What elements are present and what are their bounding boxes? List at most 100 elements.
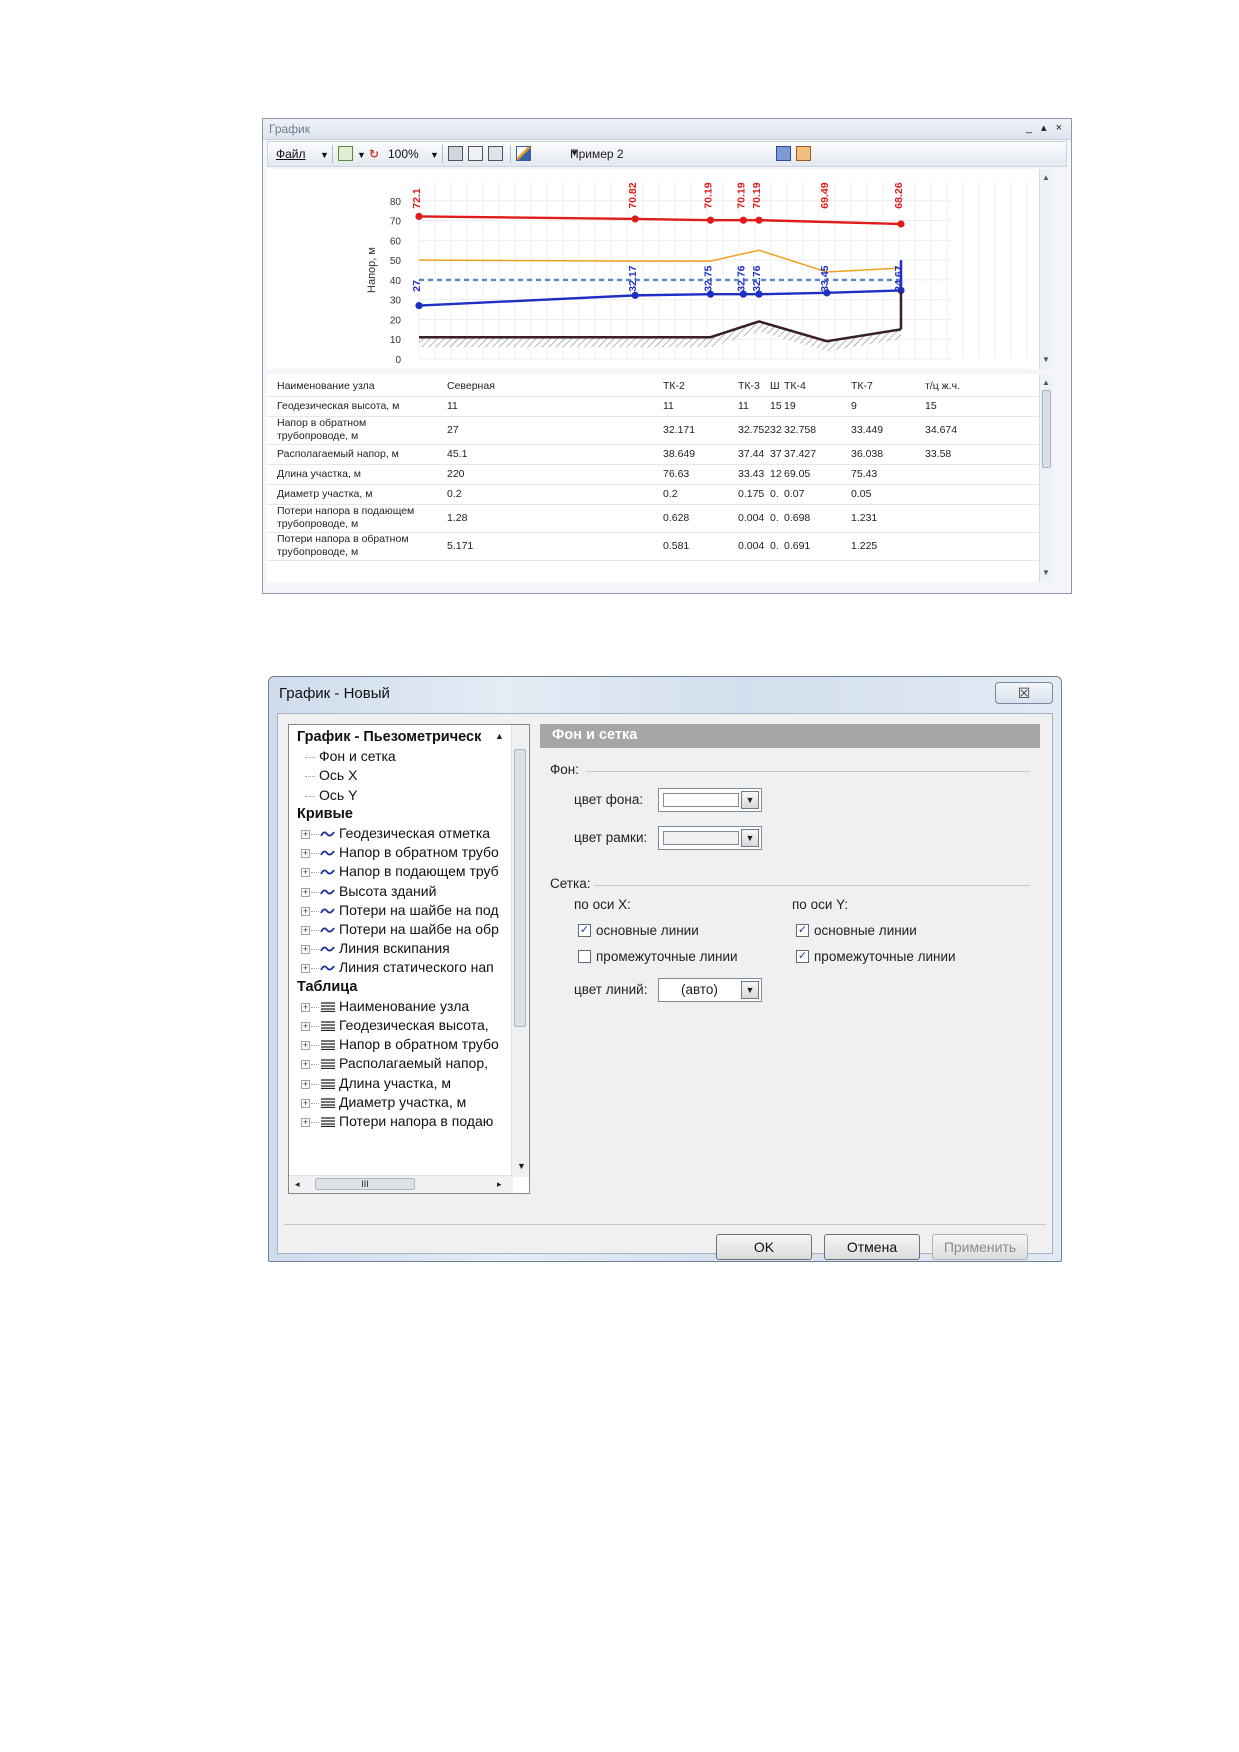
expand-icon[interactable]: + [301, 926, 310, 935]
y-minor-lines-checkbox[interactable]: ✓ [796, 950, 809, 963]
expand-icon[interactable]: + [301, 964, 310, 974]
tree-table-item[interactable]: Длина участка, м [339, 1075, 451, 1091]
settings-dialog: График - Новый ☒ График - Пьезометрическ… [268, 676, 1062, 1262]
example-dropdown-icon[interactable]: ▼ [570, 148, 760, 158]
export-icon[interactable] [338, 146, 353, 161]
tree-table-header[interactable]: Таблица [297, 979, 357, 995]
scroll-right-icon[interactable]: ▸ [497, 1179, 502, 1190]
expand-icon[interactable]: + [301, 849, 310, 859]
tree-table-item[interactable]: Геодезическая высота, [339, 1017, 489, 1033]
tree-curve-item[interactable]: Потери на шайбе на обр [339, 921, 499, 937]
cancel-button[interactable]: Отмена [824, 1234, 920, 1260]
close-button[interactable]: ☒ [995, 682, 1053, 704]
frame-color-combo[interactable]: ▼ [658, 826, 762, 850]
print-preview-icon[interactable] [468, 146, 483, 161]
tree-table-item[interactable]: Располагаемый напор, [339, 1055, 488, 1071]
open-icon[interactable] [796, 146, 811, 161]
expand-icon[interactable]: + [301, 887, 310, 897]
zoom-dropdown-icon[interactable]: ▼ [430, 150, 439, 160]
tree-vscroll[interactable] [511, 725, 529, 1177]
tree-table-item[interactable]: Напор в обратном трубо [339, 1036, 499, 1052]
ok-button[interactable]: OK [716, 1234, 812, 1260]
line-color-combo[interactable]: (авто) ▼ [658, 978, 762, 1002]
table-cell: 76.63 [663, 468, 690, 480]
expand-icon[interactable]: + [301, 830, 310, 839]
table-cell: ТК-7 [851, 380, 873, 392]
expand-icon[interactable]: + [301, 1098, 310, 1108]
page-setup-icon[interactable] [488, 146, 503, 161]
chart-settings-icon[interactable] [516, 146, 531, 161]
zoom-combo[interactable]: 100% [388, 147, 419, 161]
scroll-up-icon[interactable]: ▲ [1042, 173, 1050, 182]
expand-icon[interactable]: + [301, 1060, 310, 1070]
table-row-icon [321, 1059, 335, 1070]
expand-icon[interactable]: + [301, 1079, 310, 1089]
table-cell: 75.43 [851, 468, 878, 480]
expand-icon[interactable]: + [301, 1022, 310, 1031]
chevron-down-icon[interactable]: ▼ [741, 829, 759, 847]
table-scroll-thumb[interactable] [1042, 390, 1051, 468]
table-cell: 1.231 [851, 512, 878, 524]
expand-icon[interactable]: + [301, 868, 310, 878]
table-vscroll[interactable]: ▲ ▼ [1039, 374, 1053, 582]
chevron-down-icon[interactable]: ▼ [741, 791, 759, 809]
scroll-up-icon[interactable]: ▲ [495, 731, 504, 741]
return-point [415, 302, 423, 310]
window-controls[interactable]: _ ▴ × [1026, 121, 1065, 134]
print-icon[interactable] [448, 146, 463, 161]
tree-curve-item[interactable]: Потери на шайбе на под [339, 902, 499, 918]
table-cell: т/ц ж.ч. [925, 380, 960, 392]
panel-header: Фон и сетка [540, 724, 1040, 748]
example-combo[interactable]: Пример 2 ▼ [566, 145, 762, 163]
row-label-line: Потери напора в обратном [277, 533, 409, 545]
tree-hscroll[interactable]: ◂ III ▸ [289, 1175, 513, 1193]
expand-icon[interactable]: + [301, 945, 310, 955]
chevron-down-icon[interactable]: ▼ [741, 981, 759, 999]
tree-curve-item[interactable]: Геодезическая отметка [339, 825, 490, 841]
line-color-label: цвет линий: [574, 982, 648, 997]
file-menu-dropdown-icon[interactable]: ▼ [320, 150, 329, 160]
y-axis-label: Напор, м [366, 247, 378, 293]
scroll-down-icon[interactable]: ▼ [517, 1161, 526, 1171]
y-tick-label: 30 [390, 296, 402, 307]
table-cell: 220 [447, 468, 465, 480]
x-minor-lines-checkbox[interactable] [578, 950, 591, 963]
tree-table-item[interactable]: Потери напора в подаю [339, 1113, 493, 1129]
x-main-lines-checkbox[interactable]: ✓ [578, 924, 591, 937]
expand-icon[interactable]: + [301, 1041, 310, 1051]
y-main-lines-checkbox[interactable]: ✓ [796, 924, 809, 937]
curve-icon [320, 946, 335, 952]
save-icon[interactable] [776, 146, 791, 161]
table-cell: 11 [447, 400, 458, 412]
tree-hscroll-thumb[interactable]: III [315, 1178, 415, 1190]
tree-curve-item[interactable]: Напор в обратном трубо [339, 844, 499, 860]
file-menu[interactable]: Файл [276, 147, 306, 161]
expand-icon[interactable]: + [301, 1118, 310, 1127]
scroll-down-icon[interactable]: ▼ [1042, 568, 1050, 577]
tree-curve-item[interactable]: Высота зданий [339, 883, 436, 899]
tree-table-item[interactable]: Диаметр участка, м [339, 1094, 466, 1110]
scroll-down-icon[interactable]: ▼ [1042, 355, 1050, 364]
table-cell: 32.171 [663, 424, 696, 436]
export-dropdown-icon[interactable]: ▼ [357, 150, 366, 160]
refresh-icon[interactable]: ↻ [369, 147, 379, 161]
tree-item-background-grid[interactable]: Фон и сетка [319, 748, 396, 764]
apply-button[interactable]: Применить [932, 1234, 1028, 1260]
tree-curve-item[interactable]: Линия статического нап [339, 959, 494, 975]
tree-curves-header[interactable]: Кривые [297, 806, 353, 822]
tree-curve-item[interactable]: Напор в подающем труб [339, 863, 499, 879]
tree-root[interactable]: График - Пьезометрическ [297, 729, 481, 745]
tree-item-axis-x[interactable]: Ось X [319, 767, 357, 783]
scroll-left-icon[interactable]: ◂ [295, 1179, 300, 1190]
y-tick-label: 60 [390, 236, 402, 247]
tree-table-item[interactable]: Наименование узла [339, 998, 469, 1014]
expand-icon[interactable]: + [301, 1002, 310, 1012]
bg-color-combo[interactable]: ▼ [658, 788, 762, 812]
data-table: Наименование узла Северная ТК-2 ТК-3 Ш ТК-4 ТК… [267, 374, 1053, 582]
expand-icon[interactable]: + [301, 906, 310, 916]
tree-vscroll-thumb[interactable] [514, 749, 526, 1027]
tree-item-axis-y[interactable]: Ось Y [319, 787, 357, 803]
tree-curve-item[interactable]: Линия вскипания [339, 940, 450, 956]
scroll-up-icon[interactable]: ▲ [1042, 378, 1050, 387]
plot-vscroll[interactable]: ▲ ▼ [1039, 169, 1053, 369]
